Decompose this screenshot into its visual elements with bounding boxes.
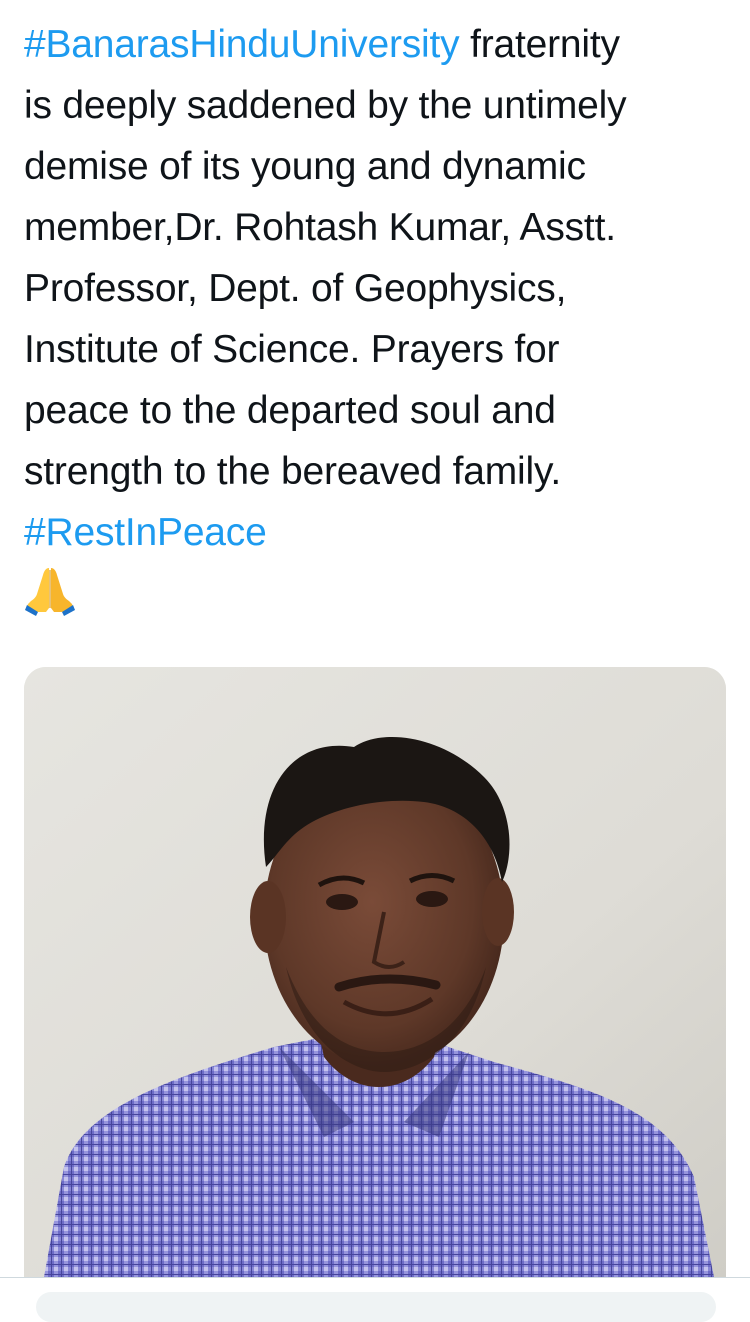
hashtag-link[interactable]: #BanarasHinduUniversity	[24, 23, 460, 66]
divider	[0, 1277, 750, 1278]
tweet-text-segment: strength to the bereaved family.	[24, 450, 562, 493]
portrait-photo	[24, 667, 726, 1277]
tweet-line: Professor, Dept. of Geophysics,	[24, 258, 734, 319]
tweet-line: demise of its young and dynamic	[24, 136, 734, 197]
tweet-line: is deeply saddened by the untimely	[24, 75, 734, 136]
tweet-text-segment: fraternity	[459, 23, 620, 66]
tweet-text-segment: member,Dr. Rohtash Kumar, Asstt.	[24, 206, 616, 249]
reply-box[interactable]	[36, 1292, 716, 1322]
tweet-line: peace to the departed soul and	[24, 380, 734, 441]
tweet-text-segment: Professor, Dept. of Geophysics,	[24, 267, 567, 310]
tweet-text-segment: is deeply saddened by the untimely	[24, 84, 627, 127]
tweet-line: member,Dr. Rohtash Kumar, Asstt.	[24, 197, 734, 258]
folded-hands-icon	[24, 564, 76, 616]
tweet-text-segment: peace to the departed soul and	[24, 389, 556, 432]
hashtag-link[interactable]: #RestInPeace	[24, 511, 267, 554]
tweet-line: #BanarasHinduUniversity fraternity	[24, 14, 734, 75]
tweet-line: #RestInPeace	[24, 502, 734, 563]
tweet-text-segment: demise of its young and dynamic	[24, 145, 586, 188]
tweet-text: #BanarasHinduUniversity fraternity is dee…	[24, 14, 734, 563]
tweet-line: strength to the bereaved family.	[24, 441, 734, 502]
tweet-photo[interactable]	[24, 667, 726, 1277]
tweet-text-segment: Institute of Science. Prayers for	[24, 328, 560, 371]
tweet-line: Institute of Science. Prayers for	[24, 319, 734, 380]
